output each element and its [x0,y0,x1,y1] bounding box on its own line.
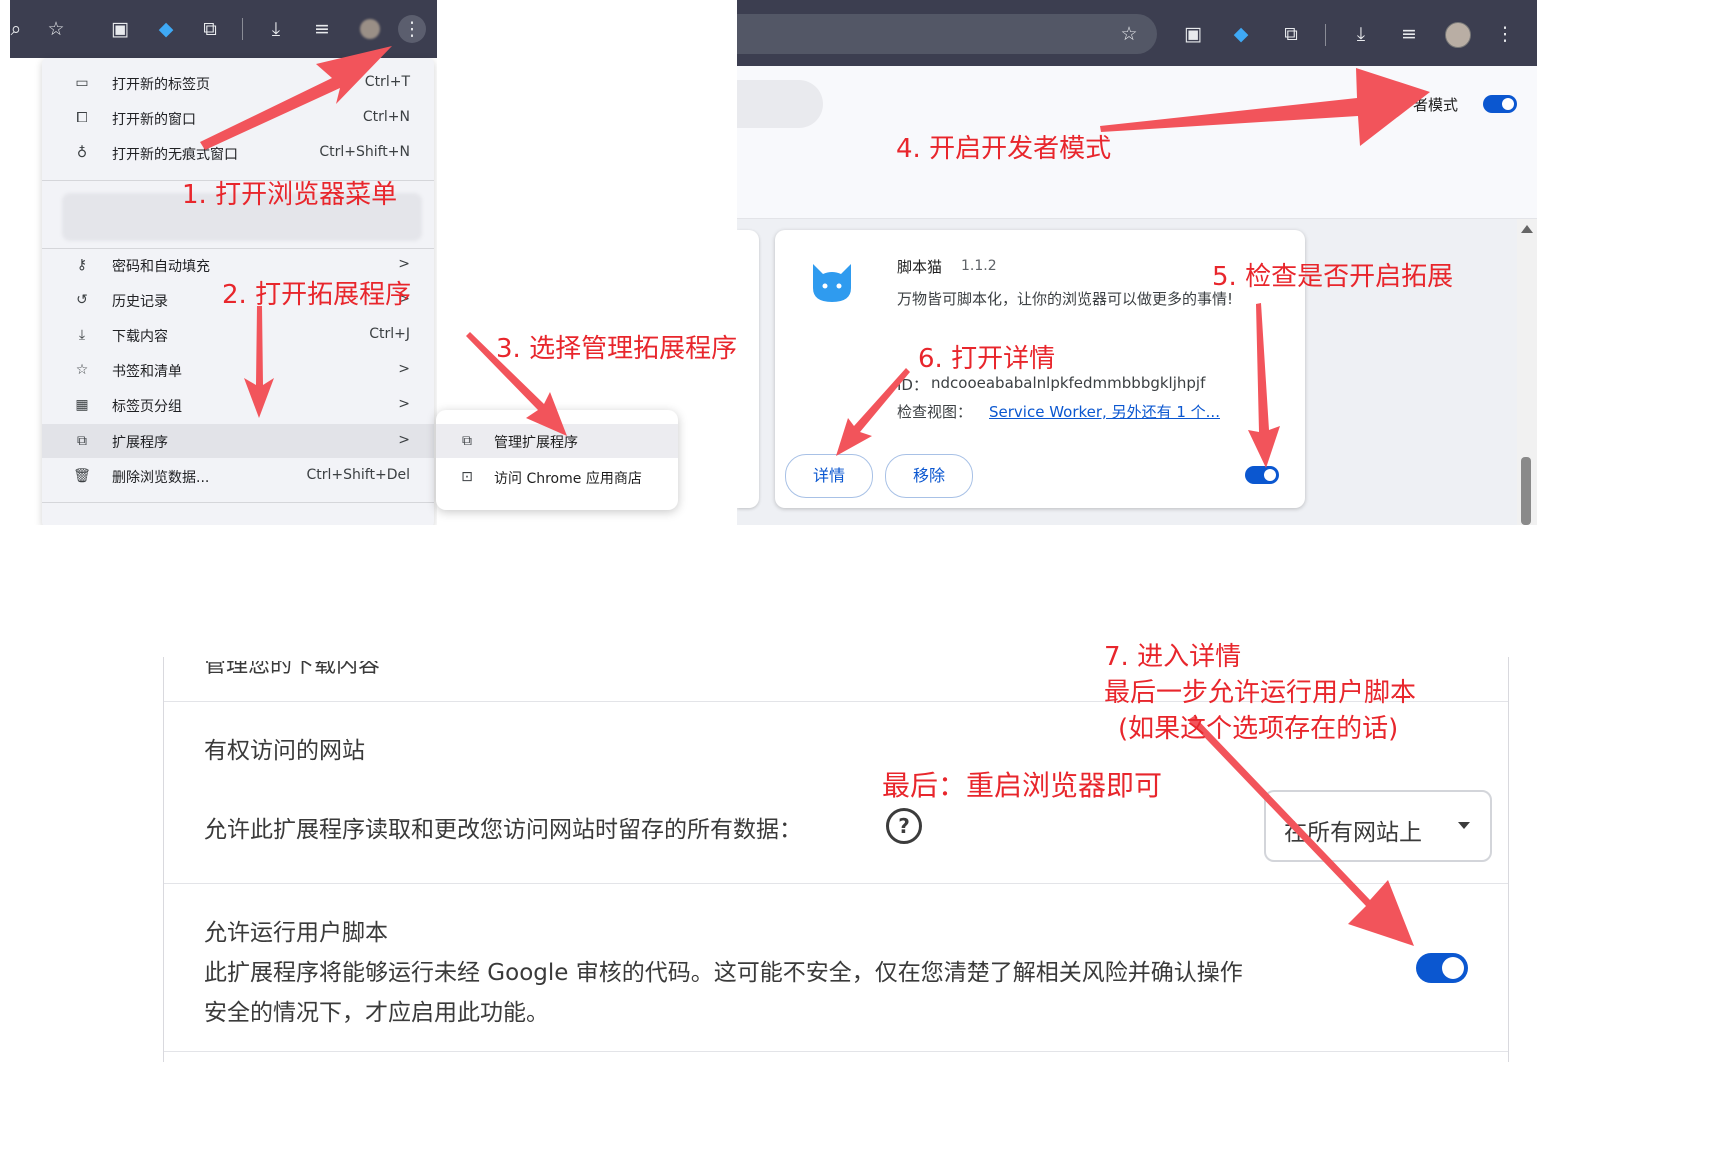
history-icon: ↺ [76,292,88,308]
extension-card-partial [737,230,759,508]
site-access-select-value: 在所有网站上 [1284,820,1422,846]
scriptcat-icon[interactable]: ◆ [152,15,180,43]
trash-icon: 🗑 [73,468,91,484]
help-icon[interactable]: ? [886,808,922,844]
download-icon[interactable]: ⤓ [1347,20,1375,48]
browser-menu-panel: ⌕ ☆ ▣ ◆ ⧉ ⤓ ≡ ⋮ ▭ 打开新的标签页 Ctrl+T ⧠ 打开新的窗口 Ct… [10,0,437,525]
toolbar-divider [242,18,243,40]
download-icon: ⤓ [78,327,86,343]
section-divider [164,883,1508,884]
bookmark-star-icon[interactable]: ☆ [42,15,70,43]
chevron-down-icon [1458,822,1470,829]
annotation-step4: 4. 开启开发者模式 [896,134,1112,164]
extensions-header: 者模式 [737,66,1537,219]
extension-id-label: ID： [897,376,928,394]
menu-item-incognito[interactable]: ♁ 打开新的无痕式窗口 Ctrl+Shift+N [42,136,434,170]
dev-mode-label: 者模式 [1413,96,1459,114]
user-scripts-title: 允许运行用户脚本 [204,920,388,946]
developer-mode-toggle[interactable] [1483,95,1517,113]
toggle-knob [1442,957,1464,979]
new-window-icon: ⧠ [76,110,88,126]
puzzle-icon: ⧉ [77,433,87,449]
extension-name: 脚本猫 [897,258,943,276]
extension-owl-icon[interactable]: ▣ [106,15,134,43]
puzzle-icon: ⧉ [462,433,472,449]
menu-item-tab-groups[interactable]: ▦ 标签页分组 > [42,388,434,422]
annotation-step7-line2: 最后一步允许运行用户脚本 [1104,678,1417,708]
annotation-step5: 5. 检查是否开启拓展 [1212,262,1454,292]
search-input[interactable] [737,80,823,128]
scrollbar[interactable] [1517,219,1537,525]
inspect-views-label: 检查视图： [897,403,973,421]
extensions-puzzle-icon[interactable]: ⧉ [1277,20,1305,48]
new-tab-icon: ▭ [75,75,89,91]
site-access-title: 有权访问的网站 [204,738,365,764]
reading-list-icon[interactable]: ≡ [1395,20,1423,48]
more-menu-icon[interactable]: ⋮ [398,15,426,43]
cut-off-text: 管理您的下载内容 [204,657,381,678]
menu-item-downloads[interactable]: ⤓ 下载内容 Ctrl+J [42,318,434,352]
extensions-puzzle-icon[interactable]: ⧉ [196,15,224,43]
avatar[interactable] [1443,20,1471,48]
scriptcat-icon[interactable]: ◆ [1227,20,1255,48]
star-icon: ☆ [75,362,89,378]
site-access-select[interactable]: 在所有网站上 [1264,790,1492,862]
menu-item-clear-data[interactable]: 🗑 删除浏览数据... Ctrl+Shift+Del [42,459,434,493]
menu-item-new-window[interactable]: ⧠ 打开新的窗口 Ctrl+N [42,101,434,135]
submenu-item-manage-extensions[interactable]: ⧉ 管理扩展程序 [436,424,678,458]
menu-divider [42,502,434,503]
browser-toolbar: ⌕ ☆ ▣ ◆ ⧉ ⤓ ≡ ⋮ [10,0,437,58]
extension-enable-toggle[interactable] [1245,466,1279,484]
annotation-step7-line1: 7. 进入详情 [1104,642,1242,672]
reading-list-icon[interactable]: ≡ [308,15,336,43]
remove-button[interactable]: 移除 [885,454,973,498]
user-scripts-description-line-1: 此扩展程序将能够运行未经 Google 审核的代码。这可能不安全，仅在您清楚了解… [204,960,1243,986]
bookmark-star-icon[interactable]: ☆ [1115,20,1143,48]
browser-toolbar: ☆ ▣ ◆ ⧉ ⤓ ≡ ⋮ [737,0,1537,66]
search-icon[interactable]: ⌕ [10,15,30,43]
extension-version: 1.1.2 [961,258,997,274]
annotation-final: 最后：重启浏览器即可 [882,769,1163,802]
extensions-submenu: ⧉ 管理扩展程序 ⊡ 访问 Chrome 应用商店 [436,410,678,510]
allow-user-scripts-toggle[interactable] [1416,953,1468,983]
annotation-step3: 3. 选择管理拓展程序 [496,334,738,364]
user-scripts-description-line-2: 安全的情况下，才应启用此功能。 [204,1000,549,1026]
incognito-icon: ♁ [76,145,88,161]
more-menu-icon[interactable]: ⋮ [1491,20,1519,48]
site-access-description: 允许此扩展程序读取和更改您访问网站时留存的所有数据： [204,817,802,843]
scrollbar-thumb[interactable] [1521,457,1531,525]
toolbar-divider [1325,24,1326,46]
menu-item-new-tab[interactable]: ▭ 打开新的标签页 Ctrl+T [42,66,434,100]
annotation-step1: 1. 打开浏览器菜单 [182,180,398,210]
annotation-step7-line3: (如果这个选项存在的话) [1118,714,1399,744]
extension-id-value: ndcooeababalnlpkfedmmbbbgkljhpjf [931,374,1206,392]
details-button[interactable]: 详情 [785,454,873,498]
key-icon: ⚷ [76,257,88,273]
extension-owl-icon[interactable]: ▣ [1179,20,1207,48]
menu-item-extensions[interactable]: ⧉ 扩展程序 > [42,424,434,458]
download-icon[interactable]: ⤓ [262,15,290,43]
avatar[interactable] [356,15,384,43]
scroll-up-icon[interactable] [1521,225,1533,233]
menu-item-bookmarks[interactable]: ☆ 书签和清单 > [42,353,434,387]
address-bar[interactable] [737,14,1157,54]
section-divider [164,1051,1508,1052]
scriptcat-logo-icon [813,264,851,302]
grid-icon: ▦ [75,397,89,413]
submenu-item-chrome-store[interactable]: ⊡ 访问 Chrome 应用商店 [436,460,678,494]
store-icon: ⊡ [461,469,473,485]
service-worker-link[interactable]: Service Worker, 另外还有 1 个... [989,401,1220,422]
annotation-step6: 6. 打开详情 [918,344,1056,374]
annotation-step2: 2. 打开拓展程序 [222,280,412,310]
